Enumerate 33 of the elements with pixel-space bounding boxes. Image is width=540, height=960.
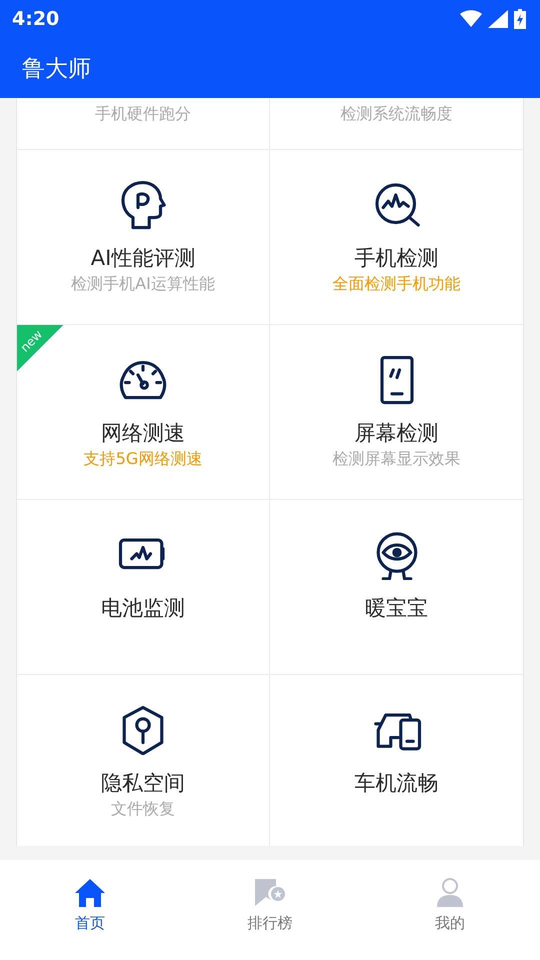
feature-title: 电池监测 [101, 595, 185, 622]
feature-tile[interactable]: 屏幕检测 检测屏幕显示效果 [270, 325, 523, 500]
feature-subtitle: 支持5G网络测速 [84, 449, 202, 470]
feature-subtitle: 文件恢复 [111, 799, 175, 820]
feature-subtitle: 检测系统流畅度 [340, 104, 452, 125]
feature-title: 手机检测 [354, 245, 438, 272]
feature-tile[interactable]: 隐私空间 文件恢复 [17, 675, 270, 846]
nav-tab[interactable]: 我的 [360, 860, 540, 960]
feature-title: 车机流畅 [354, 770, 438, 797]
feature-title: AI性能评测 [90, 245, 196, 272]
signal-icon [488, 10, 508, 28]
person-icon [434, 878, 466, 908]
feature-title: 网络测速 [101, 420, 185, 447]
feature-tile[interactable]: 手机检测 全面检测手机功能 [270, 150, 523, 325]
wifi-icon [460, 10, 482, 28]
nav-tab[interactable]: 首页 [0, 860, 180, 960]
feature-subtitle: 检测屏幕显示效果 [332, 449, 460, 470]
feature-tile[interactable]: AI性能评测 检测手机AI运算性能 [17, 150, 270, 325]
status-time: 4:20 [12, 8, 60, 30]
feature-tile[interactable]: 暖宝宝 [270, 500, 523, 675]
feature-tile[interactable]: 电池监测 [17, 500, 270, 675]
feature-title: 暖宝宝 [365, 595, 428, 622]
feature-subtitle: 手机硬件跑分 [95, 104, 191, 125]
battery-charging-icon [514, 9, 526, 29]
home-icon [74, 878, 106, 908]
feature-title: 隐私空间 [101, 770, 185, 797]
feature-subtitle: 检测手机AI运算性能 [71, 274, 215, 295]
feature-subtitle: 全面检测手机功能 [332, 274, 460, 295]
feature-title: 屏幕检测 [354, 420, 438, 447]
feature-tile[interactable]: 车机流畅 [270, 675, 523, 846]
app-title: 鲁大师 [22, 54, 91, 84]
nav-tab[interactable]: 排行榜 [180, 860, 360, 960]
bookmark-star-icon [254, 878, 286, 908]
